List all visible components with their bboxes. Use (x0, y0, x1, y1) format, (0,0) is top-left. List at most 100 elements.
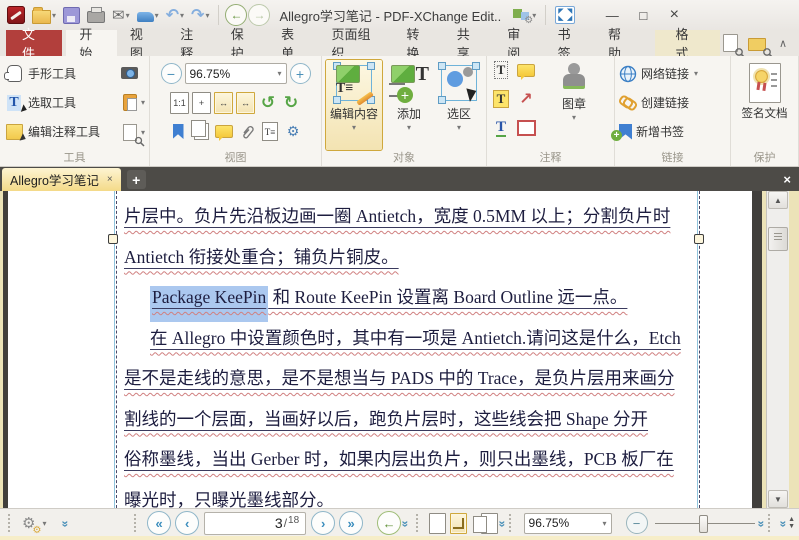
edit-annotation-tool-button[interactable]: 编辑注释工具 (4, 117, 100, 146)
selection-button[interactable]: 选区 ▾ (436, 60, 482, 150)
ribbon-tab-文件[interactable]: 文件 (6, 27, 63, 61)
actual-size-button[interactable]: 1:1 (170, 91, 189, 114)
rotate-cw-button[interactable]: ↻ (281, 93, 301, 113)
ribbon-tab-保护[interactable]: 保护 (218, 27, 268, 61)
ribbon-tab-审阅[interactable]: 审阅 (494, 27, 544, 61)
stamp-icon (561, 63, 587, 93)
zoom-slider-handle[interactable] (698, 515, 708, 533)
first-page-button[interactable]: « (147, 511, 172, 535)
bookmarks-pane-button[interactable] (168, 122, 188, 142)
zoom-out-button[interactable]: − (160, 63, 182, 84)
rotate-left-icon: ↺ (260, 92, 276, 112)
ribbon-group-tools: 手形工具 T 选取工具 编辑注释工具 ▾ ▾ 工具 (0, 56, 150, 166)
ribbon-tab-转换[interactable]: 转换 (393, 27, 443, 61)
sticky-note-tool-button[interactable] (516, 60, 536, 80)
doc-text-line: Antietch 衔接处重合；铺负片铜皮。 (124, 246, 399, 267)
arrow-tool-button[interactable]: ↗ (516, 89, 536, 109)
ribbon-tab-书签[interactable]: 书签 (545, 27, 595, 61)
snapshot-button[interactable] (120, 59, 145, 86)
create-link-button[interactable]: 创建链接 (619, 88, 726, 117)
maximize-button[interactable]: □ (628, 4, 658, 26)
rotate-right-icon: ↻ (283, 92, 299, 112)
typewriter-tool-button[interactable]: T (491, 60, 511, 80)
doc-text-line: Package KeePin 和 Route KeePin 设置离 Board … (124, 277, 702, 322)
zoom-out-button[interactable]: − (625, 512, 648, 534)
underline-text-tool-button[interactable]: T (491, 118, 511, 138)
expand-toolbar-button[interactable]: » (59, 521, 73, 526)
stamp-button[interactable]: 图章 ▾ (545, 60, 603, 150)
close-document-button[interactable]: × (783, 172, 791, 187)
fit-width-button[interactable]: ↔ (214, 91, 233, 114)
hand-tool-button[interactable]: 手形工具 (3, 59, 100, 88)
ribbon-tab-注释[interactable]: 注释 (167, 27, 217, 61)
add-bookmark-button[interactable]: + 新增书签 (611, 117, 726, 146)
fit-visible-button[interactable]: ↔ (236, 91, 255, 114)
find-in-document-button[interactable] (720, 31, 746, 59)
expand-toolbar-button[interactable]: » (754, 521, 768, 526)
previous-page-button[interactable]: ‹ (175, 511, 200, 535)
history-back-button[interactable]: ← (225, 4, 248, 26)
chevron-down-icon: ▾ (571, 113, 576, 122)
ribbon-tab-开始[interactable]: 开始 (66, 27, 117, 61)
page-number-input[interactable]: 3 / 18 (204, 511, 307, 535)
previous-page-icon: ‹ (184, 515, 190, 531)
scroll-down-button[interactable]: ▼ (768, 490, 788, 508)
rectangle-icon (516, 120, 536, 136)
new-tab-button[interactable]: + (126, 170, 146, 189)
document-tab[interactable]: Allegro学习笔记 × (2, 168, 121, 191)
close-button[interactable]: × (659, 4, 689, 26)
sign-document-button[interactable]: 签名文档 (735, 60, 794, 150)
rectangle-tool-button[interactable] (516, 118, 536, 138)
find-button[interactable]: ▾ (120, 119, 145, 147)
ribbon-tab-页面组织[interactable]: 页面组织 (319, 27, 394, 61)
layout-options-button[interactable]: » (495, 521, 509, 526)
attachments-pane-button[interactable] (237, 122, 257, 142)
document-tab-close-icon[interactable]: × (107, 174, 113, 185)
collapse-ribbon-button[interactable]: ∧ (773, 37, 793, 50)
zoom-level-combobox[interactable]: 96.75% ▾ (523, 512, 612, 534)
ribbon-tab-格式[interactable]: 格式 (655, 27, 720, 61)
ribbon-tab-视图[interactable]: 视图 (117, 27, 167, 61)
pdf-page[interactable]: 片层中。负片先沿板边画一圈 Antietch，宽度 0.5MM 以上；分割负片时… (3, 191, 762, 508)
expand-toolbar-button[interactable]: » (399, 521, 413, 526)
last-page-button[interactable]: » (339, 511, 364, 535)
selected-text[interactable]: Package KeePin (150, 286, 269, 322)
web-link-button[interactable]: 网络链接 ▾ (619, 59, 726, 88)
toolbar-grip (134, 514, 141, 532)
single-page-layout-button[interactable] (428, 512, 446, 534)
camera-icon (121, 66, 139, 79)
expand-toolbar-button[interactable]: » (777, 521, 791, 526)
highlight-text-tool-button[interactable]: T (491, 89, 511, 109)
properties-pane-button[interactable]: ⚙ (283, 122, 303, 142)
double-chevron-icon: » (753, 520, 768, 526)
vertical-scrollbar[interactable]: ▲ ▼ (766, 191, 789, 508)
zoom-slider[interactable] (654, 513, 755, 533)
rotate-ccw-button[interactable]: ↺ (258, 93, 278, 113)
fit-page-button[interactable]: + (192, 91, 211, 114)
ribbon-tab-共享[interactable]: 共享 (444, 27, 494, 61)
fit-width-layout-button[interactable] (449, 512, 467, 534)
next-page-button[interactable]: › (311, 511, 336, 535)
status-options-button[interactable]: ⚙▾ (19, 511, 49, 536)
thumbnails-pane-button[interactable] (190, 120, 211, 142)
scrollbar-thumb[interactable] (768, 227, 788, 251)
folder-open-icon (32, 6, 51, 24)
find-in-files-button[interactable] (745, 31, 774, 59)
select-tool-button[interactable]: T 选取工具 (4, 88, 100, 117)
minimize-button[interactable]: — (597, 4, 627, 26)
zoom-in-button[interactable]: + (289, 63, 311, 84)
history-forward-button[interactable]: → (248, 4, 271, 26)
resize-handle-left[interactable] (108, 234, 118, 244)
forward-icon: → (253, 8, 266, 22)
add-content-button[interactable]: T + 添加 ▾ (386, 60, 432, 150)
comments-pane-button[interactable] (214, 122, 234, 142)
paste-button[interactable]: ▾ (120, 89, 145, 116)
ribbon-tab-帮助[interactable]: 帮助 (595, 27, 645, 61)
edit-content-button[interactable]: T≡ 编辑内容 ▾ (326, 60, 382, 150)
document-view: 片层中。负片先沿板边画一圈 Antietch，宽度 0.5MM 以上；分割负片时… (0, 191, 799, 508)
zoom-level-combobox[interactable]: 96.75% ▾ (184, 63, 287, 84)
ribbon-tab-表单[interactable]: 表单 (268, 27, 318, 61)
up-arrow-icon: ▲ (774, 195, 782, 205)
fields-pane-button[interactable]: T≡ (260, 122, 280, 142)
scroll-up-button[interactable]: ▲ (768, 191, 788, 209)
